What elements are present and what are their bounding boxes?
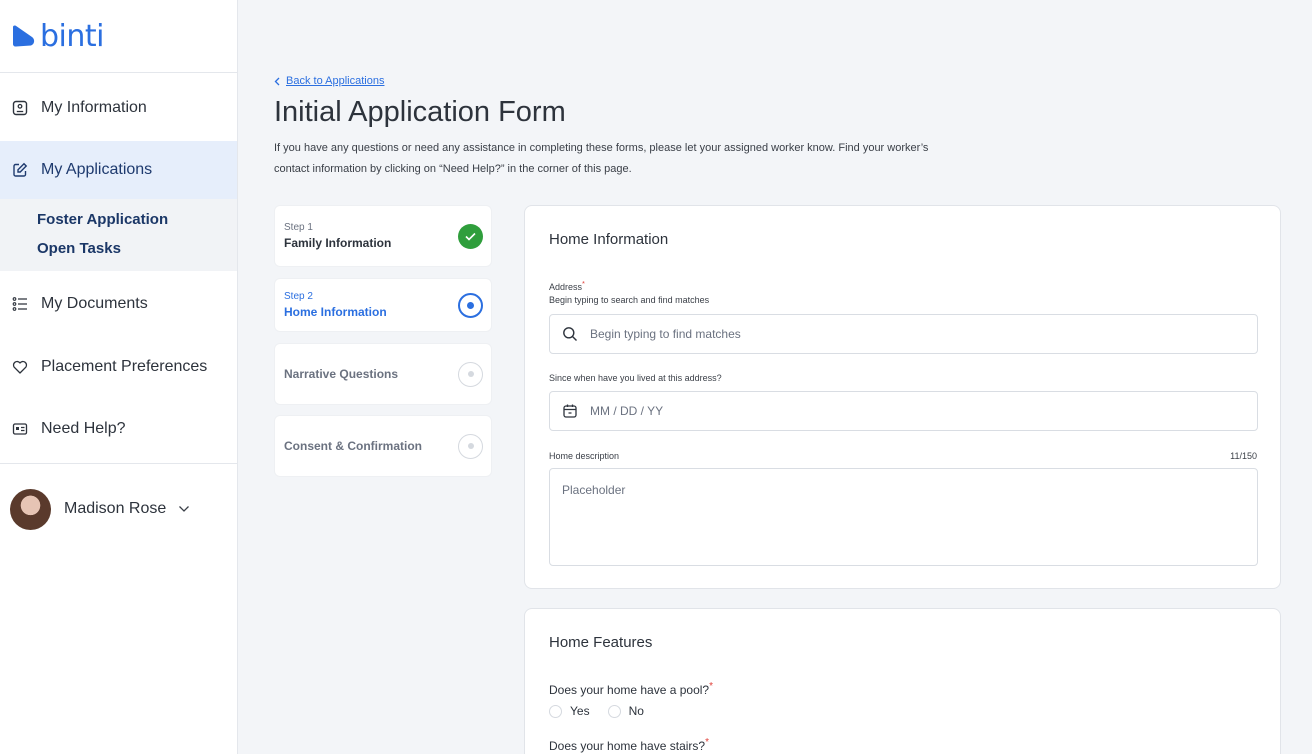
binti-logo-mark-icon: [13, 25, 35, 47]
sidebar-item-need-help[interactable]: Need Help?: [0, 397, 237, 461]
pool-question: Does your home have a pool?*: [549, 681, 714, 697]
binti-logo[interactable]: binti: [10, 18, 105, 54]
character-counter: 11/150: [1230, 451, 1257, 461]
calendar-icon: [562, 403, 578, 419]
user-name: Madison Rose: [64, 500, 167, 517]
pool-radio-group: Yes No: [549, 704, 654, 718]
date-placeholder: MM / DD / YY: [590, 404, 664, 418]
applications-subnav: Foster Application Open Tasks: [0, 199, 237, 271]
step-number: Step 2: [284, 291, 313, 302]
sidebar-item-my-documents[interactable]: My Documents: [0, 271, 237, 337]
textarea-placeholder: Placeholder: [562, 483, 626, 497]
edit-square-icon: [11, 161, 29, 179]
sidebar-item-label: My Information: [41, 99, 147, 116]
radio-label: Yes: [570, 704, 590, 718]
pool-no-radio[interactable]: [607, 704, 621, 718]
page-title: Initial Application Form: [274, 96, 566, 128]
back-link-label: Back to Applications: [286, 75, 385, 87]
home-description-textarea[interactable]: Placeholder: [549, 468, 1258, 566]
current-step-icon: [458, 292, 483, 318]
since-date-input[interactable]: MM / DD / YY: [549, 391, 1258, 431]
chevron-left-icon: [274, 77, 280, 85]
sidebar-item-label: Placement Preferences: [41, 358, 208, 375]
step-name: Consent & Confirmation: [284, 439, 422, 453]
list-icon: [11, 295, 29, 313]
home-features-card: Home Features Does your home have a pool…: [524, 608, 1281, 754]
heart-icon: [11, 358, 29, 376]
check-icon: [458, 223, 483, 249]
contact-card-icon: [11, 420, 29, 438]
home-description-label: Home description: [549, 451, 620, 461]
step-name: Family Information: [284, 236, 392, 250]
sidebar-item-my-information[interactable]: My Information: [0, 75, 237, 141]
sidebar: binti My Information My Applications Fos…: [0, 0, 238, 754]
step-name: Home Information: [284, 305, 387, 319]
intro-text: If you have any questions or need any as…: [274, 142, 929, 175]
step-number: Step 1: [284, 222, 313, 233]
stairs-question: Does your home have stairs?*: [549, 737, 709, 753]
card-title: Home Information: [549, 231, 669, 248]
step-narrative-questions[interactable]: Narrative Questions: [274, 343, 492, 405]
subnav-item-foster-application[interactable]: Foster Application: [0, 205, 237, 234]
radio-label: No: [628, 704, 644, 718]
pending-step-icon: [458, 433, 483, 459]
sidebar-item-label: My Documents: [41, 295, 148, 312]
id-badge-icon: [11, 99, 29, 117]
avatar: [10, 488, 51, 530]
address-placeholder: Begin typing to find matches: [590, 327, 741, 341]
logo-text: binti: [40, 18, 105, 54]
address-hint: Begin typing to search and find matches: [549, 295, 710, 305]
subnav-item-open-tasks[interactable]: Open Tasks: [0, 234, 237, 263]
chevron-down-icon: [178, 500, 190, 518]
address-search-input[interactable]: Begin typing to find matches: [549, 314, 1258, 354]
logo-row: binti: [0, 0, 237, 73]
pool-yes-radio[interactable]: [549, 704, 562, 718]
search-icon: [562, 326, 578, 342]
sidebar-item-placement-preferences[interactable]: Placement Preferences: [0, 337, 237, 397]
sidebar-item-label: My Applications: [41, 161, 153, 178]
step-consent-confirmation[interactable]: Consent & Confirmation: [274, 415, 492, 477]
home-information-card: Home Information Address* Begin typing t…: [524, 205, 1281, 589]
pending-step-icon: [458, 361, 483, 387]
card-title: Home Features: [549, 634, 653, 651]
step-name: Narrative Questions: [284, 367, 399, 381]
step-family-information[interactable]: Step 1 Family Information: [274, 205, 492, 267]
sidebar-item-label: Need Help?: [41, 420, 126, 437]
user-menu[interactable]: Madison Rose: [0, 464, 237, 554]
since-label: Since when have you lived at this addres…: [549, 373, 722, 383]
back-to-applications-link[interactable]: Back to Applications: [274, 75, 384, 87]
step-home-information[interactable]: Step 2 Home Information: [274, 278, 492, 332]
sidebar-item-my-applications[interactable]: My Applications: [0, 141, 237, 199]
address-label: Address*: [549, 279, 585, 292]
